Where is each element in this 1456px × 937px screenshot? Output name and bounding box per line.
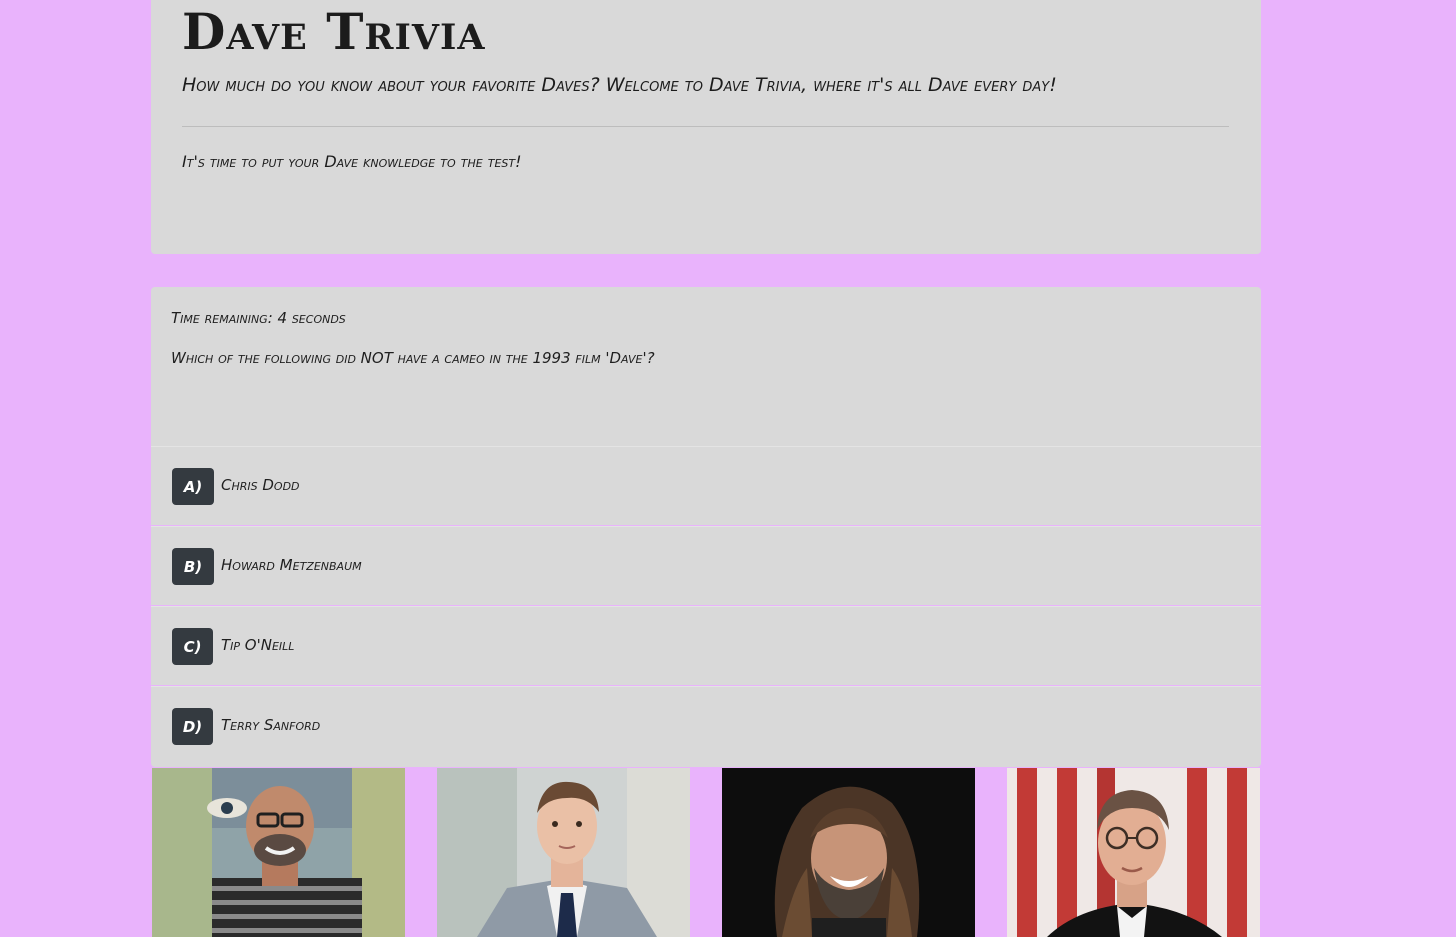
- page: Dave Trivia How much do you know about y…: [0, 0, 1456, 937]
- answer-text: Terry Sanford: [221, 716, 321, 734]
- photo-dave-bald-glasses: [152, 768, 405, 937]
- timer-text: Time remaining: 4 seconds: [171, 309, 346, 327]
- question-text: Which of the following did NOT have a ca…: [171, 349, 655, 367]
- lead-text: How much do you know about your favorite…: [182, 74, 1057, 96]
- photo-dave-young-suit: [437, 768, 690, 937]
- answer-text: Tip O'Neill: [221, 636, 295, 654]
- header-jumbotron: Dave Trivia How much do you know about y…: [151, 0, 1261, 254]
- answer-option-d[interactable]: D) Terry Sanford: [151, 686, 1261, 767]
- answer-text: Chris Dodd: [221, 476, 300, 494]
- answer-letter-badge: D): [172, 708, 213, 745]
- answer-text: Howard Metzenbaum: [221, 556, 362, 574]
- photo-dave-long-hair: [722, 768, 975, 937]
- answer-letter-badge: B): [172, 548, 214, 585]
- answer-option-a[interactable]: A) Chris Dodd: [151, 446, 1261, 525]
- sublead-text: It's time to put your Dave knowledge to …: [182, 152, 522, 171]
- answer-option-b[interactable]: B) Howard Metzenbaum: [151, 526, 1261, 605]
- answer-letter-badge: A): [172, 468, 214, 505]
- divider: [182, 126, 1229, 127]
- question-card: Time remaining: 4 seconds Which of the f…: [151, 287, 1261, 446]
- site-title: Dave Trivia: [182, 2, 486, 61]
- answer-letter-badge: C): [172, 628, 213, 665]
- photo-dave-flag-glasses: [1007, 768, 1260, 937]
- answer-option-c[interactable]: C) Tip O'Neill: [151, 606, 1261, 685]
